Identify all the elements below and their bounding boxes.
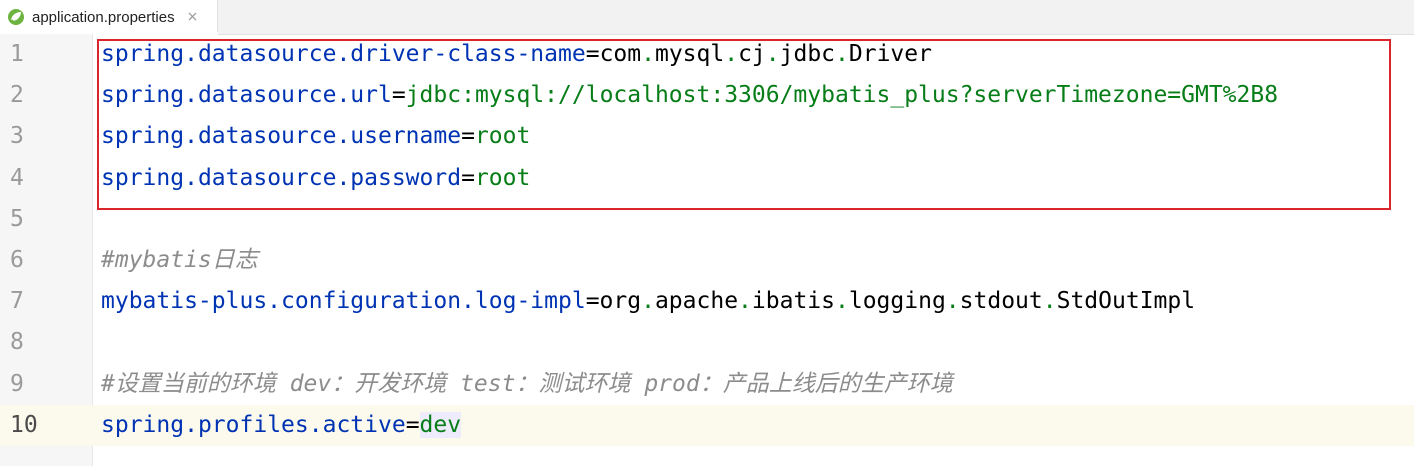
property-key: spring.datasource.driver-class-name bbox=[101, 41, 586, 67]
property-value: jdbc:mysql://localhost:3306/mybatis_plus… bbox=[405, 82, 1279, 108]
code-text: spring.datasource.password=root bbox=[101, 165, 531, 191]
code-text: spring.datasource.url=jdbc:mysql://local… bbox=[101, 82, 1279, 108]
code-line[interactable]: 5 bbox=[0, 199, 1414, 240]
code-line[interactable]: 3 spring.datasource.username=root bbox=[0, 116, 1414, 157]
comment-text: #mybatis日志 bbox=[101, 247, 258, 273]
tab-application-properties[interactable]: application.properties × bbox=[0, 0, 218, 35]
code-line[interactable]: 8 bbox=[0, 322, 1414, 363]
property-key: spring.datasource.username bbox=[101, 123, 462, 149]
code-text: mybatis-plus.configuration.log-impl=org.… bbox=[101, 288, 1196, 314]
line-number: 9 bbox=[10, 371, 24, 397]
property-key: spring.datasource.url bbox=[101, 82, 392, 108]
line-number: 5 bbox=[10, 206, 24, 232]
code-line[interactable]: 6 #mybatis日志 bbox=[0, 240, 1414, 281]
property-key: spring.profiles.active bbox=[101, 412, 406, 438]
property-value: org.apache.ibatis.logging.stdout.StdOutI… bbox=[599, 288, 1196, 314]
code-line[interactable]: 7 mybatis-plus.configuration.log-impl=org… bbox=[0, 281, 1414, 322]
line-number: 1 bbox=[10, 41, 24, 67]
property-key: mybatis-plus.configuration.log-impl bbox=[101, 288, 586, 314]
line-number: 6 bbox=[10, 247, 24, 273]
line-number: 8 bbox=[10, 329, 24, 355]
code-text: #mybatis日志 bbox=[101, 240, 258, 281]
code-line[interactable]: 4 spring.datasource.password=root bbox=[0, 158, 1414, 199]
tab-label: application.properties bbox=[32, 8, 175, 26]
line-number: 10 bbox=[10, 412, 38, 438]
code-line[interactable]: 10 spring.profiles.active=dev bbox=[0, 405, 1414, 446]
code-text: spring.datasource.driver-class-name=com.… bbox=[101, 41, 932, 67]
property-key: spring.datasource.password bbox=[101, 165, 462, 191]
property-value: dev bbox=[419, 412, 462, 438]
property-value: root bbox=[474, 165, 531, 191]
property-value: root bbox=[474, 123, 531, 149]
close-icon[interactable]: × bbox=[187, 9, 199, 25]
editor-tab-bar: application.properties × bbox=[0, 0, 1414, 35]
line-number: 7 bbox=[10, 288, 24, 314]
property-value: com.mysql.cj.jdbc.Driver bbox=[599, 41, 932, 67]
code-line[interactable]: 9 #设置当前的环境 dev：开发环境 test：测试环境 prod：产品上线后的… bbox=[0, 364, 1414, 405]
line-number: 2 bbox=[10, 82, 24, 108]
line-number: 3 bbox=[10, 123, 24, 149]
code-text: spring.datasource.username=root bbox=[101, 123, 531, 149]
code-line[interactable]: 2 spring.datasource.url=jdbc:mysql://loca… bbox=[0, 75, 1414, 116]
spring-leaf-icon bbox=[6, 7, 26, 27]
line-number: 4 bbox=[10, 165, 24, 191]
code-text: #设置当前的环境 dev：开发环境 test：测试环境 prod：产品上线后的生… bbox=[101, 364, 953, 405]
code-text: spring.profiles.active=dev bbox=[101, 412, 462, 438]
comment-text: #设置当前的环境 dev：开发环境 test：测试环境 prod：产品上线后的生… bbox=[101, 371, 953, 397]
code-line[interactable]: 1 spring.datasource.driver-class-name=com… bbox=[0, 34, 1414, 75]
